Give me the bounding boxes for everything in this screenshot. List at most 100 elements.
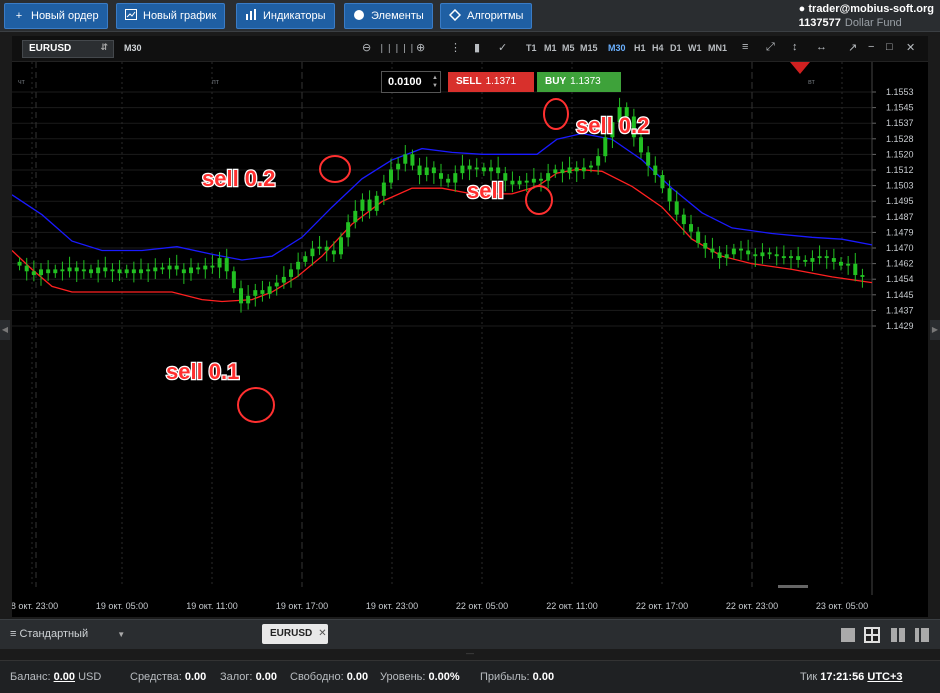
candle-body	[431, 167, 436, 174]
timeframe-d1[interactable]: D1	[670, 43, 682, 53]
timeframe-label: M30	[124, 43, 142, 53]
left-collapse-icon[interactable]: ◀	[0, 320, 10, 340]
x-tick-label: 22 окт. 23:00	[726, 601, 778, 611]
candle-body	[31, 271, 36, 276]
expand-diagonal-icon[interactable]: ⤢	[766, 41, 775, 54]
zoom-in-icon[interactable]: ⊕	[416, 41, 425, 54]
margin-value: 0.00	[255, 671, 277, 683]
timeframe-m1[interactable]: M1	[544, 43, 557, 53]
timezone[interactable]: UTC+3	[867, 671, 902, 683]
timeframe-m30[interactable]: M30	[608, 43, 626, 53]
status-bar: Баланс: 0.00 USD Средства: 0.00 Залог: 0…	[0, 660, 940, 693]
candle-body	[789, 256, 793, 259]
new-chart-button[interactable]: Новый график	[116, 3, 226, 29]
candle-body	[210, 265, 215, 268]
tab-label: EURUSD	[270, 628, 313, 639]
layout-single-icon[interactable]	[840, 627, 856, 643]
right-collapse-icon[interactable]: ▶	[930, 320, 940, 340]
horizontal-arrows-icon[interactable]: ↔	[816, 41, 827, 53]
zoom-slider[interactable]: ❘❘❘❘❘	[378, 43, 416, 54]
fib-icon[interactable]: ≡	[742, 41, 748, 53]
new-order-label: Новый ордер	[31, 10, 99, 22]
candle-body	[189, 267, 193, 274]
close-icon[interactable]: ✕	[906, 41, 915, 54]
timeframe-h1[interactable]: H1	[634, 43, 646, 53]
y-tick-label: 1.1512	[886, 165, 914, 175]
bar-chart-icon[interactable]: ⋮	[450, 41, 461, 54]
candle-body	[317, 246, 322, 249]
candle-body	[281, 276, 286, 283]
day-label: пт	[212, 79, 220, 86]
minimize-icon[interactable]: −	[868, 41, 874, 53]
candle-body	[710, 248, 715, 253]
elements-button[interactable]: Элементы	[344, 3, 433, 29]
indicators-button[interactable]: Индикаторы	[236, 3, 335, 29]
lower-band-line	[12, 168, 873, 303]
candle-body	[646, 152, 651, 166]
x-tick-label: 18 окт. 23:00	[12, 601, 58, 611]
algorithms-button[interactable]: Алгоритмы	[440, 3, 533, 29]
buy-button[interactable]: BUY 1.1373	[537, 72, 621, 92]
annotation-circle	[319, 155, 351, 183]
indicators-label: Индикаторы	[263, 10, 326, 22]
panel-handle[interactable]: ―	[0, 649, 940, 660]
layout-rows-icon[interactable]	[914, 627, 930, 643]
candle-body	[739, 248, 743, 251]
timeframe-m15[interactable]: M15	[580, 43, 598, 53]
candle-body	[681, 214, 686, 225]
balance: Баланс: 0.00 USD	[10, 671, 101, 683]
level-label: Уровень:	[380, 671, 426, 683]
zoom-out-icon[interactable]: ⊖	[362, 41, 371, 54]
maximize-icon[interactable]: □	[886, 41, 893, 53]
new-order-button[interactable]: + Новый ордер	[4, 3, 108, 29]
candle-body	[467, 165, 472, 170]
lot-input[interactable]: 0.0100 ▲ ▼	[381, 71, 441, 93]
layout-columns-icon[interactable]	[890, 627, 906, 643]
y-tick-label: 1.1462	[886, 259, 914, 269]
candle-body	[581, 167, 586, 172]
candle-body	[181, 269, 186, 274]
candle-body	[810, 258, 815, 262]
symbol-select[interactable]: EURUSD ⇵	[22, 40, 114, 58]
candle-body	[453, 173, 458, 183]
updown-icon: ⇵	[100, 42, 108, 52]
tab-eurusd[interactable]: EURUSD ✕	[262, 624, 328, 644]
candle-body	[731, 248, 736, 255]
candle-body	[803, 259, 808, 262]
layout-grid-icon[interactable]	[864, 627, 880, 643]
annotation-circle	[525, 185, 553, 215]
timeframe-w1[interactable]: W1	[688, 43, 702, 53]
candle-body	[246, 295, 251, 304]
elements-label: Элементы	[371, 10, 424, 22]
account-info[interactable]: ● trader@mobius-soft.org 1137577 Dollar F…	[799, 2, 934, 30]
popout-icon[interactable]: ↗	[848, 41, 857, 54]
candle-body	[389, 169, 393, 183]
timeframe-t1[interactable]: T1	[526, 43, 537, 53]
candle-body	[296, 261, 301, 270]
candles-icon[interactable]: ▮	[474, 41, 480, 54]
spinner-icon[interactable]: ▲ ▼	[432, 74, 438, 90]
price-chart[interactable]: 1.1553 1.1545 1.1537 1.1528 1.1520 1.1512 1.15…	[12, 62, 928, 617]
timeframe-h4[interactable]: H4	[652, 43, 664, 53]
timeframe-m5[interactable]: M5	[562, 43, 575, 53]
sell-button[interactable]: SELL 1.1371	[448, 72, 534, 92]
close-tab-icon[interactable]: ✕	[318, 628, 326, 639]
chart-canvas[interactable]: 1.1553 1.1545 1.1537 1.1528 1.1520 1.1512 1.15…	[12, 62, 928, 617]
candle-body	[239, 288, 243, 304]
timeframe-mn1[interactable]: MN1	[708, 43, 727, 53]
line-chart-icon[interactable]: ✓	[498, 41, 507, 54]
free-label: Свободно:	[290, 671, 344, 683]
candle-body	[589, 165, 593, 168]
layout-select[interactable]: ≡ Стандартный ▼	[10, 628, 125, 640]
x-tick-label: 23 окт. 05:00	[816, 601, 868, 611]
vertical-arrows-icon[interactable]: ↕	[792, 41, 798, 53]
candle-body	[553, 169, 558, 174]
candle-body	[374, 195, 379, 211]
balance-value: 0.00	[53, 671, 75, 683]
candle-body	[531, 178, 536, 183]
y-tick-label: 1.1479	[886, 227, 914, 237]
level-value: 0.00%	[428, 671, 460, 683]
candle-body	[781, 256, 786, 259]
candle-body	[367, 199, 372, 211]
buy-label: BUY	[545, 76, 567, 87]
